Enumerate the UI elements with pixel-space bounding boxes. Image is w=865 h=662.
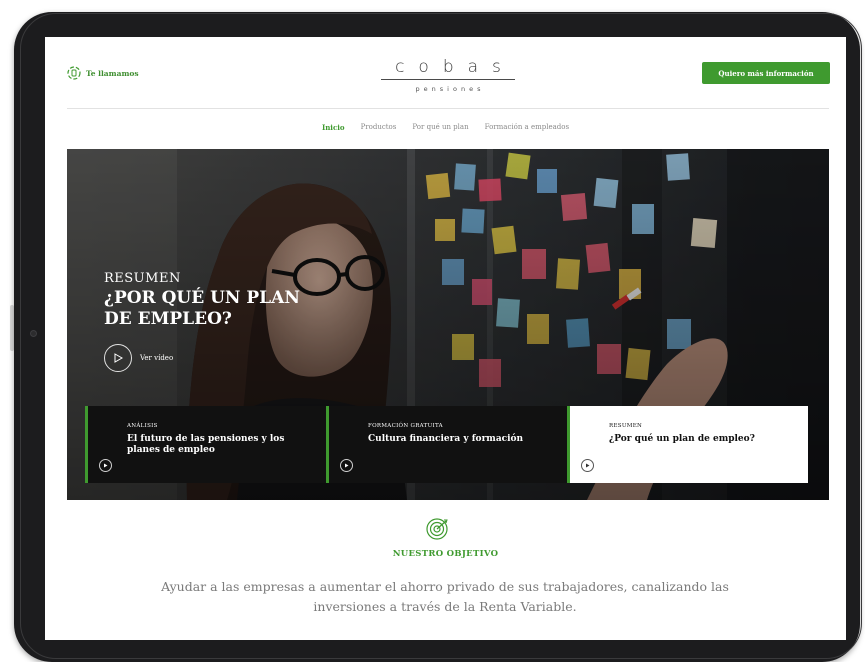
more-info-button[interactable]: Quiero más información [702, 62, 830, 84]
phone-icon [67, 66, 81, 80]
card-accent-bar [326, 406, 329, 483]
logo-subtitle: pensiones [415, 85, 485, 93]
watch-video-label: Ver vídeo [140, 354, 174, 362]
objective-text: Ayudar a las empresas a aumentar el ahor… [161, 579, 729, 614]
play-icon [104, 344, 132, 372]
card-accent-bar [85, 406, 88, 483]
card-title: ¿Por qué un plan de empleo? [609, 434, 755, 444]
card-formacion[interactable]: FORMACIÓN GRATUITA Cultura financiera y … [326, 406, 567, 483]
card-analisis[interactable]: ANÁLISIS El futuro de las pensiones y lo… [85, 406, 326, 483]
play-icon [99, 459, 112, 472]
hero-title: ¿POR QUÉ UN PLAN DE EMPLEO? [104, 288, 300, 329]
main-nav: Inicio Productos Por qué un plan Formaci… [45, 123, 846, 132]
card-title: Cultura financiera y formación [368, 434, 524, 444]
tablet-screen: Te llamamos cobas pensiones Quiero más i… [45, 37, 846, 640]
play-icon [340, 459, 353, 472]
hero-banner: RESUMEN ¿POR QUÉ UN PLAN DE EMPLEO? Ver … [67, 149, 829, 500]
nav-item-productos[interactable]: Productos [361, 123, 397, 132]
objective-label: NUESTRO OBJETIVO [392, 549, 499, 559]
call-me-link[interactable]: Te llamamos [67, 66, 139, 80]
card-title: El futuro de las pensiones y los planes … [127, 434, 285, 455]
card-kicker: RESUMEN [609, 423, 643, 429]
call-me-label: Te llamamos [86, 68, 139, 78]
logo-wordmark: cobas [395, 57, 515, 77]
card-accent-bar [567, 406, 570, 483]
play-icon [581, 459, 594, 472]
hero-copy: RESUMEN ¿POR QUÉ UN PLAN DE EMPLEO? Ver … [104, 271, 304, 372]
target-icon [426, 518, 448, 540]
logo-rule [381, 79, 515, 80]
card-kicker: ANÁLISIS [127, 423, 158, 429]
card-kicker: FORMACIÓN GRATUITA [368, 423, 443, 429]
card-resumen[interactable]: RESUMEN ¿Por qué un plan de empleo? [567, 406, 808, 483]
nav-item-por-que-un-plan[interactable]: Por qué un plan [412, 123, 468, 132]
hero-kicker: RESUMEN [104, 271, 181, 286]
tablet-camera [30, 330, 37, 337]
header-divider [67, 108, 829, 109]
nav-item-inicio[interactable]: Inicio [322, 123, 345, 132]
nav-item-formacion[interactable]: Formación a empleados [485, 123, 569, 132]
watch-video-button[interactable]: Ver vídeo [104, 344, 304, 372]
cobas-logo[interactable]: cobas pensiones [375, 57, 521, 93]
site-header: Te llamamos cobas pensiones Quiero más i… [45, 37, 846, 115]
